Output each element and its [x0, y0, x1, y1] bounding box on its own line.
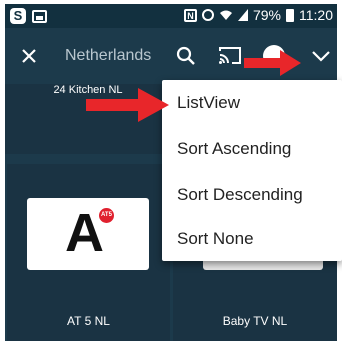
battery-percent: 79%	[252, 7, 281, 23]
nfc-icon: N	[183, 8, 197, 22]
menu-item-sort-ascending[interactable]: Sort Ascending	[162, 127, 342, 171]
menu-item-sort-none[interactable]: Sort None	[162, 217, 342, 261]
battery-icon	[286, 8, 294, 22]
channel-name: Baby TV NL	[222, 314, 288, 328]
channel-name: AT 5 NL	[67, 314, 110, 328]
status-bar: S N 79% 11:20	[5, 4, 337, 28]
overflow-menu: ListView Sort Ascending Sort Descending …	[162, 80, 342, 261]
clock: 11:20	[299, 7, 333, 23]
menu-item-listview[interactable]: ListView	[162, 81, 342, 125]
cast-icon[interactable]	[217, 43, 243, 67]
close-icon[interactable]	[17, 44, 41, 68]
channel-logo: A AT5	[27, 198, 149, 270]
alarm-icon	[201, 9, 214, 21]
skype-icon: S	[10, 8, 26, 24]
search-icon[interactable]	[175, 45, 197, 67]
page-title: Netherlands	[65, 47, 152, 64]
channel-tile[interactable]: A AT5 AT 5 NL	[7, 164, 170, 341]
annotation-arrow-icon	[244, 50, 301, 76]
annotation-arrow-icon	[86, 88, 169, 122]
image-notification-icon	[32, 9, 47, 23]
signal-icon	[237, 9, 248, 21]
logo-badge: AT5	[99, 208, 114, 223]
chevron-down-icon[interactable]	[309, 44, 333, 68]
menu-item-sort-descending[interactable]: Sort Descending	[162, 173, 342, 217]
wifi-icon	[219, 10, 232, 20]
